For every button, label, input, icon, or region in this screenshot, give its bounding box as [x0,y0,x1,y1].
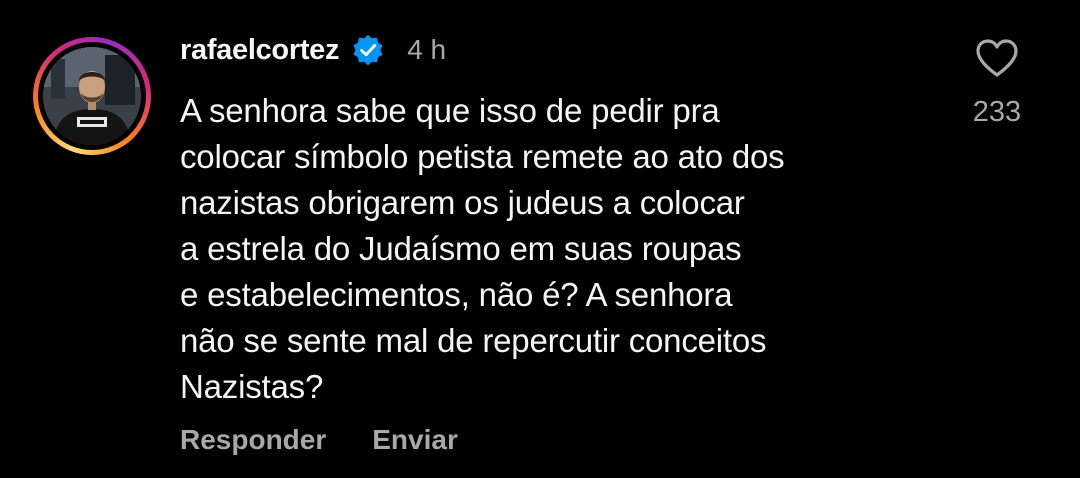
comment-text-line: e estabelecimentos, não é? A senhora [180,276,733,313]
reply-button[interactable]: Responder [180,424,326,456]
avatar[interactable] [43,47,141,145]
comment-actions: Responder Enviar [180,424,458,456]
avatar-ring-gap [38,42,146,150]
comment-text-line: Nazistas? [180,368,324,405]
comment-text-line: a estrela do Judaísmo em suas roupas [180,230,742,267]
verified-badge-icon [351,33,385,67]
like-section: 233 [960,38,1034,129]
comment-text-line: não se sente mal de repercutir conceitos [180,322,767,359]
comment-text: A senhora sabe que isso de pedir pra col… [180,88,940,410]
comment-timestamp: 4 h [407,34,447,65]
heart-outline-icon[interactable] [975,38,1019,78]
avatar-photo [43,47,141,145]
username-link[interactable]: rafaelcortez [180,34,340,67]
comment-text-line: colocar símbolo petista remete ao ato do… [180,138,785,175]
comment-item: rafaelcortez 4 h A senhora sabe que isso… [0,0,1080,478]
like-count: 233 [972,96,1022,128]
comment-header: rafaelcortez 4 h [180,28,446,72]
send-button[interactable]: Enviar [372,424,458,456]
story-ring[interactable] [33,37,151,155]
comment-text-line: A senhora sabe que isso de pedir pra [180,92,720,129]
comment-text-line: nazistas obrigarem os judeus a colocar [180,184,745,221]
